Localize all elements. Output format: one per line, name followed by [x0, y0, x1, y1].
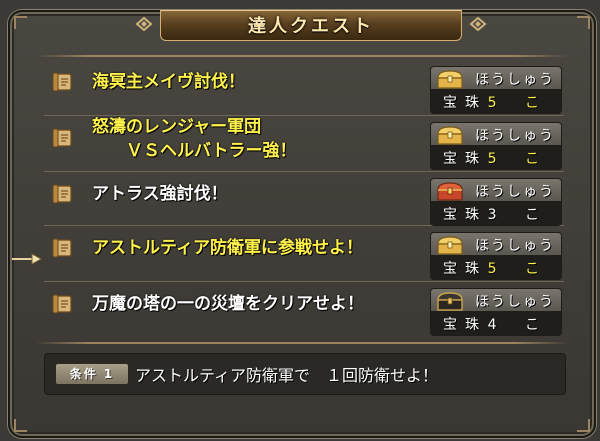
condition-text: アストルティア防衛軍で １回防衛せよ！ — [135, 366, 439, 385]
quest-name: 万魔の塔の一の災壇をクリアせよ！ — [92, 294, 364, 314]
title-ornament-icon — [469, 17, 487, 31]
title-ornament-icon — [135, 17, 153, 31]
reward-label: ほうしゅう — [475, 184, 555, 200]
reward-label: ほうしゅう — [475, 294, 555, 310]
condition-badge: 条件 1 — [55, 363, 129, 385]
reward-box: ほうしゅう 宝珠 5 こ — [430, 232, 562, 280]
reward-box: ほうしゅう 宝珠 4 こ — [430, 288, 562, 336]
quest-row-1[interactable]: 海冥主メイヴ討伐！ ほうしゅう 宝珠 5 こ — [44, 60, 564, 116]
scroll-icon — [52, 128, 72, 148]
quest-name: 怒濤のレンジャー軍団 ＶＳヘルバトラー強！ — [92, 117, 297, 161]
reward-count: 5 こ — [487, 151, 551, 167]
window-title-bar: 達人クエスト — [135, 10, 487, 41]
reward-count: 3 こ — [487, 207, 551, 223]
quest-row-5[interactable]: 万魔の塔の一の災壇をクリアせよ！ ほうしゅう 宝珠 4 こ — [44, 282, 564, 338]
reward-box: ほうしゅう 宝珠 3 こ — [430, 178, 562, 226]
quest-name: アストルティア防衛軍に参戦せよ！ — [92, 238, 363, 258]
scroll-icon — [52, 294, 72, 314]
reward-item: 宝珠 — [443, 317, 487, 333]
quest-row-3[interactable]: アトラス強討伐！ ほうしゅう 宝珠 3 こ — [44, 172, 564, 226]
frame-corner-icon — [576, 16, 590, 30]
quest-name: 海冥主メイヴ討伐！ — [92, 72, 245, 92]
quest-list: 海冥主メイヴ討伐！ ほうしゅう 宝珠 5 こ 怒濤のレンジャー軍団 ＶＳヘルバト… — [44, 60, 564, 338]
gold-chest-icon — [437, 236, 463, 255]
quest-row-4[interactable]: アストルティア防衛軍に参戦せよ！ ほうしゅう 宝珠 5 こ — [44, 226, 564, 282]
selection-cursor-icon — [12, 253, 42, 265]
frame-corner-icon — [14, 418, 28, 432]
frame-corner-icon — [14, 16, 28, 30]
quest-row-2[interactable]: 怒濤のレンジャー軍団 ＶＳヘルバトラー強！ ほうしゅう 宝珠 5 こ — [44, 116, 564, 172]
reward-label: ほうしゅう — [475, 128, 555, 144]
red-chest-icon — [437, 182, 463, 201]
scroll-icon — [52, 72, 72, 92]
scroll-icon — [52, 238, 72, 258]
divider — [36, 342, 568, 344]
reward-count: 4 こ — [487, 317, 551, 333]
reward-box: ほうしゅう 宝珠 5 こ — [430, 122, 562, 170]
reward-box: ほうしゅう 宝珠 5 こ — [430, 66, 562, 114]
dark-chest-icon — [437, 292, 463, 311]
reward-count: 5 こ — [487, 261, 551, 277]
quest-window: 達人クエスト 海冥主メイヴ討伐！ ほうしゅう 宝珠 5 こ 怒濤のレンジャー軍団… — [8, 10, 596, 438]
reward-item: 宝珠 — [443, 95, 487, 111]
divider — [36, 55, 568, 57]
frame-corner-icon — [576, 418, 590, 432]
gold-chest-icon — [437, 70, 463, 89]
reward-label: ほうしゅう — [475, 72, 555, 88]
reward-item: 宝珠 — [443, 261, 487, 277]
scroll-icon — [52, 184, 72, 204]
reward-item: 宝珠 — [443, 207, 487, 223]
window-title: 達人クエスト — [248, 16, 374, 37]
quest-name: アトラス強討伐！ — [92, 184, 228, 204]
reward-label: ほうしゅう — [475, 238, 555, 254]
condition-panel: 条件 1 アストルティア防衛軍で １回防衛せよ！ — [44, 353, 566, 395]
reward-item: 宝珠 — [443, 151, 487, 167]
gold-chest-icon — [437, 126, 463, 145]
reward-count: 5 こ — [487, 95, 551, 111]
